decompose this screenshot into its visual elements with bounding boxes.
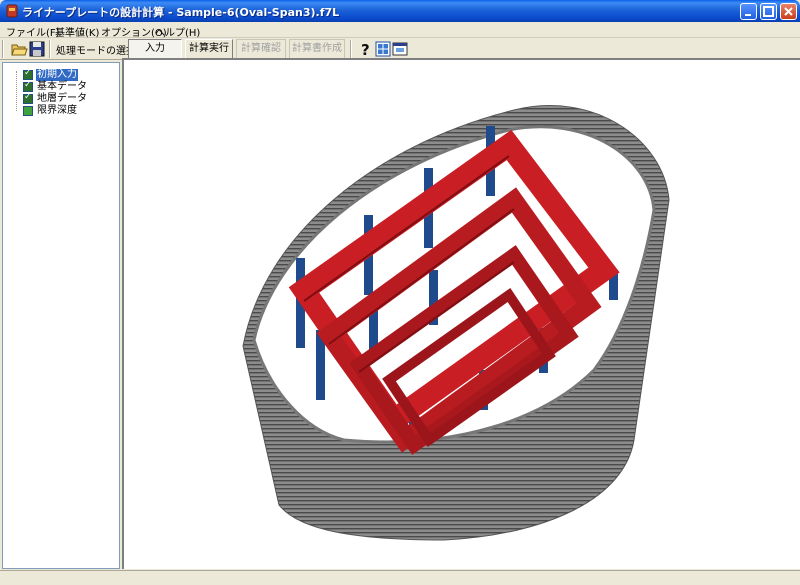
checked-icon[interactable] — [23, 92, 33, 104]
tree-item-label: 基本データ — [37, 81, 87, 92]
minimize-button[interactable] — [740, 3, 757, 20]
oval-shaft-model — [242, 105, 670, 541]
run-calculation-button[interactable]: 計算実行 — [185, 39, 233, 59]
svg-text:?: ? — [361, 41, 370, 58]
tree-item-label: 初期入力 — [36, 69, 78, 81]
checked-icon[interactable] — [23, 68, 33, 80]
model-3d-viewport[interactable] — [122, 58, 800, 569]
open-folder-icon[interactable] — [10, 40, 28, 58]
status-icon[interactable] — [23, 106, 33, 116]
title-bar[interactable]: ライナープレートの設計計算 - Sample-6(Oval-Span3).f7L — [0, 0, 800, 22]
status-bar — [0, 570, 800, 585]
window-title: ライナープレートの設計計算 - Sample-6(Oval-Span3).f7L — [22, 6, 340, 19]
toolbar: 処理モードの選択 入力 計算実行 計算確認 計算書作成 ? — [0, 38, 800, 60]
save-icon[interactable] — [28, 40, 46, 58]
minimize-icon — [745, 14, 751, 16]
maximize-icon — [763, 6, 774, 17]
close-button[interactable] — [780, 3, 797, 20]
tree-item-label: 地層データ — [37, 93, 87, 104]
toolbar-separator — [49, 40, 51, 58]
create-report-button[interactable]: 計算書作成 — [289, 39, 345, 59]
menu-file[interactable]: ファイル(F) — [6, 24, 60, 39]
checked-icon[interactable] — [23, 80, 33, 92]
input-mode-button[interactable]: 入力 — [128, 39, 182, 59]
window-view-icon[interactable] — [391, 40, 409, 58]
maximize-button[interactable] — [760, 3, 777, 20]
menu-standard-values[interactable]: 基準値(K) — [55, 24, 99, 39]
check-calculation-button[interactable]: 計算確認 — [236, 39, 286, 59]
close-icon — [784, 7, 793, 16]
tree-item-critical-depth[interactable]: 限界深度 — [11, 105, 111, 117]
toolbar-grip — [2, 40, 4, 58]
navigation-tree: 初期入力 基本データ 地層データ 限界深度 — [2, 62, 120, 569]
grid-view-icon[interactable] — [374, 40, 392, 58]
menu-bar: ファイル(F) 基準値(K) オプション(O) ヘルプ(H) — [0, 22, 800, 39]
app-icon — [6, 4, 18, 18]
help-icon[interactable]: ? — [357, 40, 375, 58]
mode-select-label: 処理モードの選択 — [56, 46, 136, 57]
tree-item-strata-data[interactable]: 地層データ — [11, 92, 111, 105]
tree-item-label: 限界深度 — [37, 105, 77, 116]
toolbar-separator — [350, 40, 352, 58]
menu-help[interactable]: ヘルプ(H) — [155, 24, 200, 39]
